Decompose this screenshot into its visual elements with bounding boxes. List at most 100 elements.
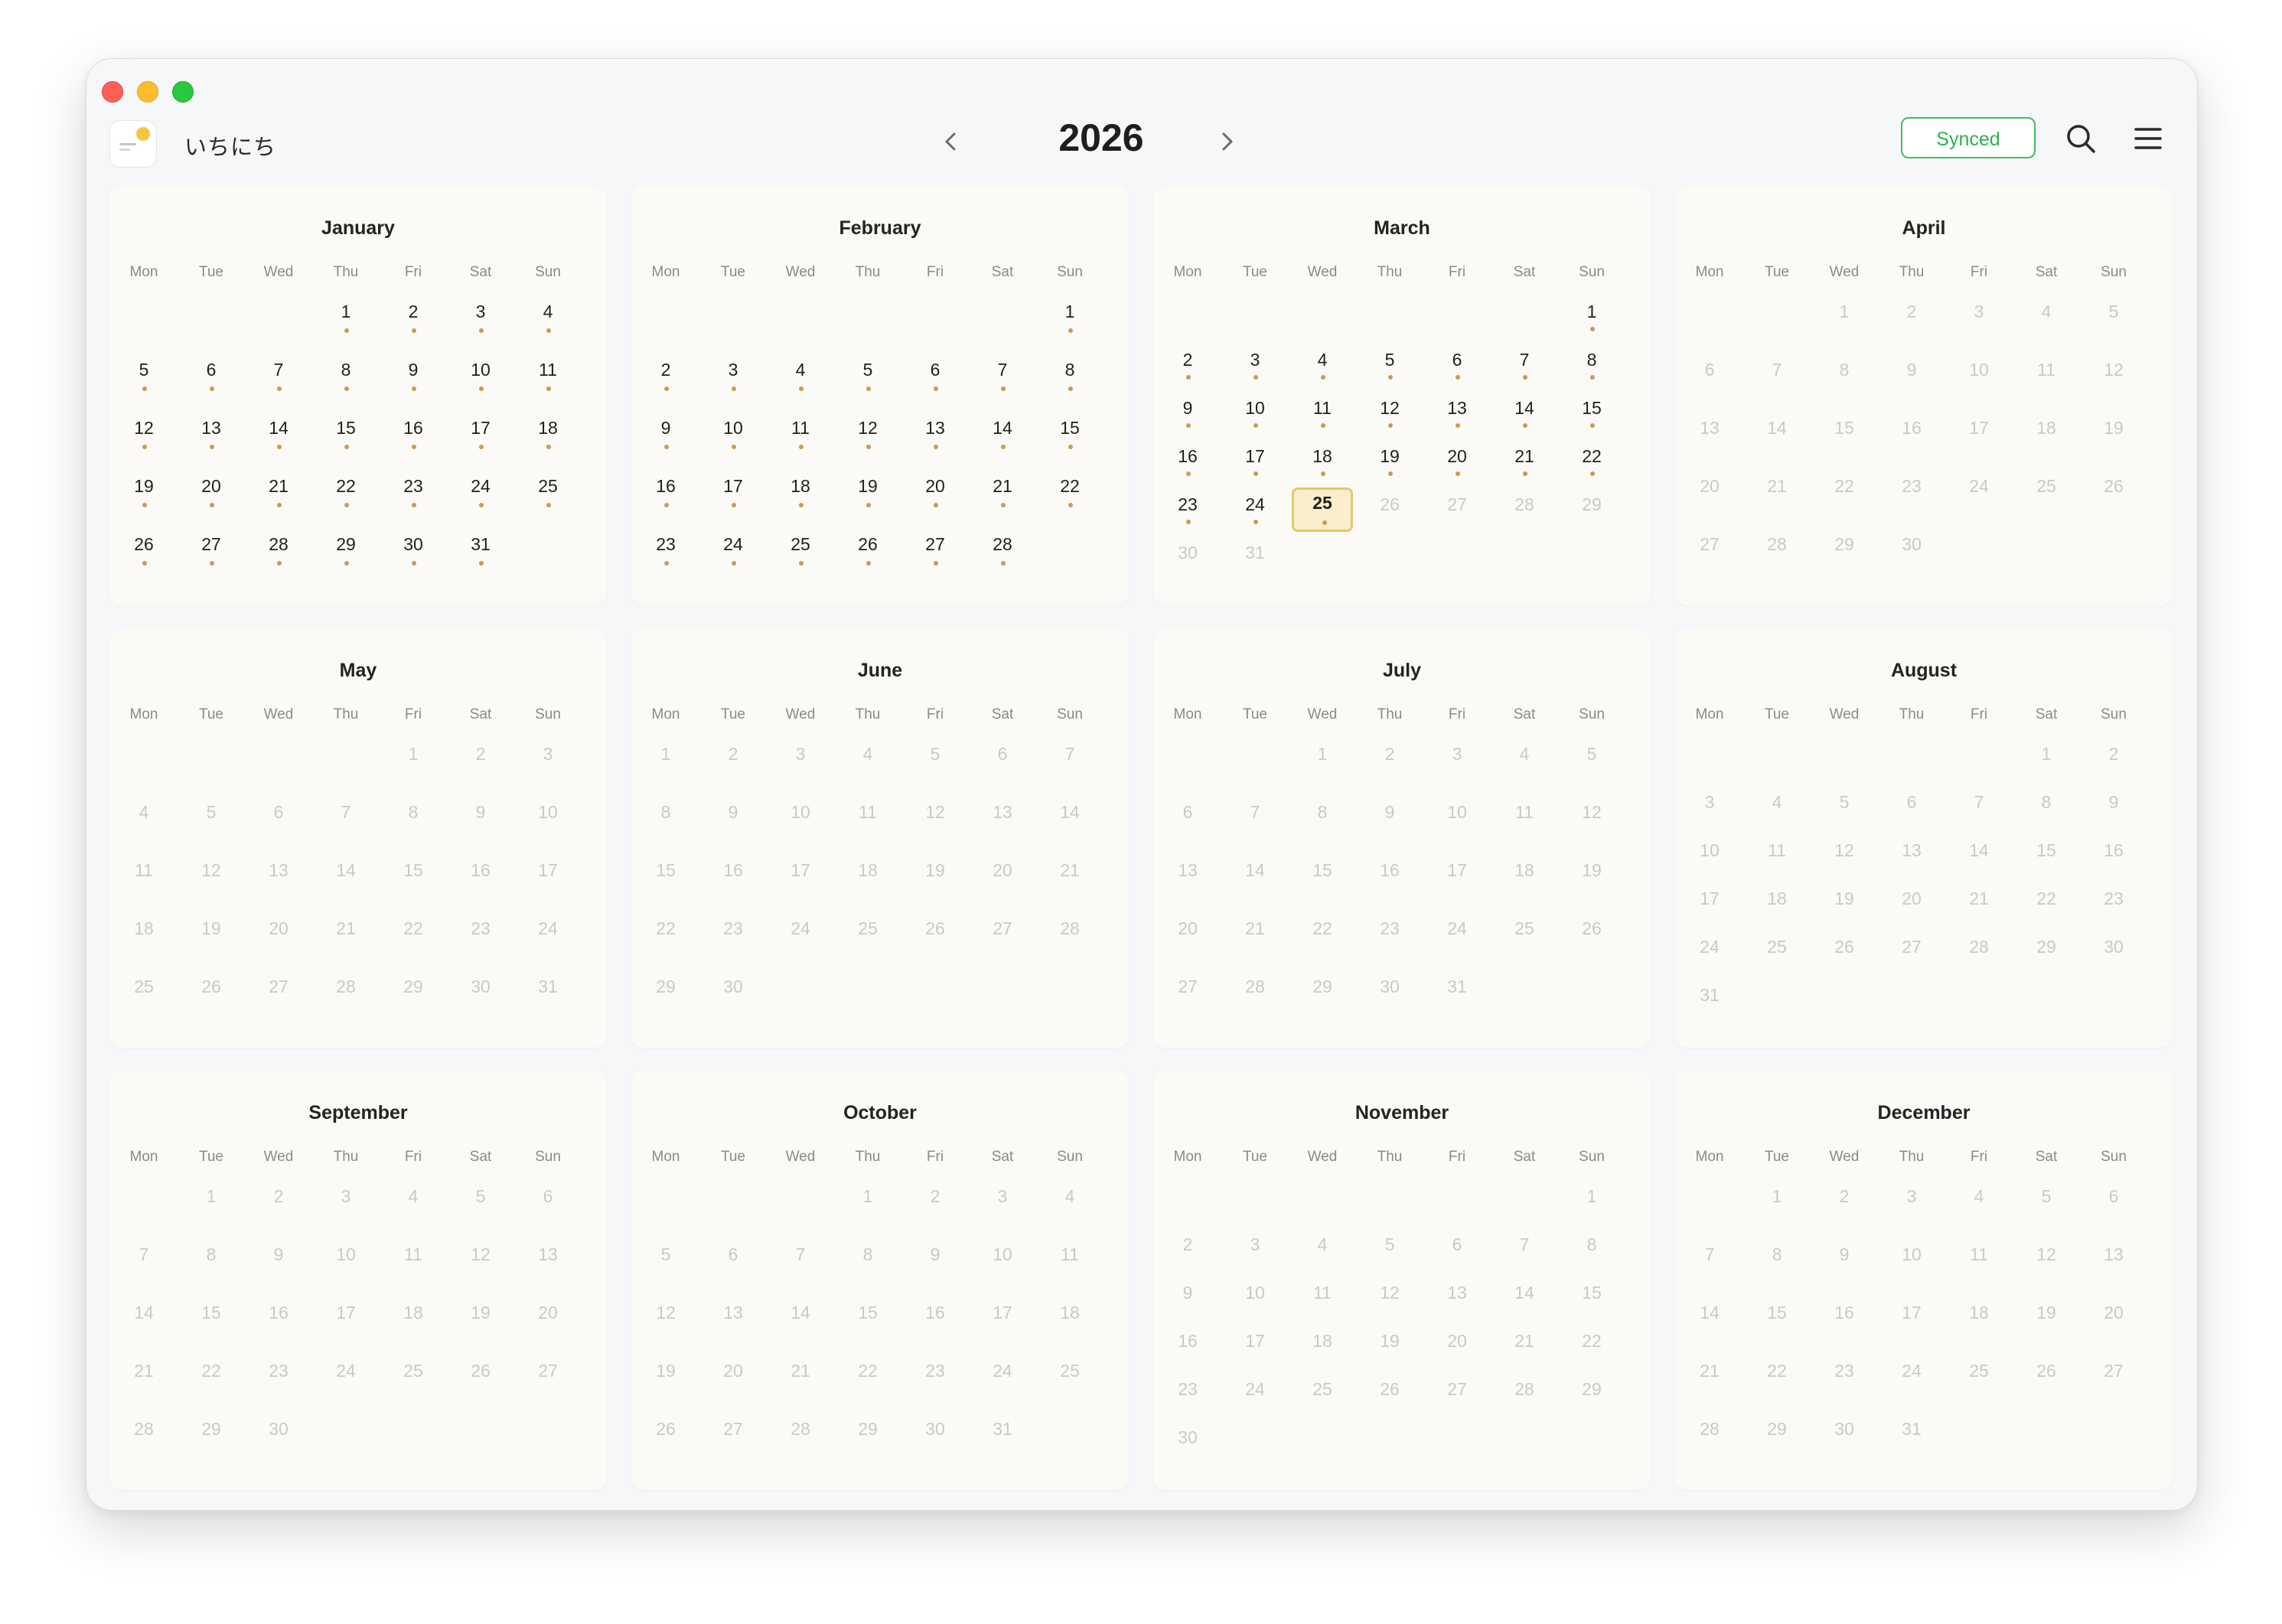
day-cell[interactable]: 1 [632,737,699,795]
day-cell[interactable]: 19 [178,911,245,970]
day-cell[interactable]: 6 [1676,353,1743,411]
day-cell[interactable]: 13 [245,853,312,911]
day-cell[interactable]: 3 [514,737,582,795]
day-cell[interactable]: 26 [2080,469,2147,527]
day-cell[interactable]: 2 [1811,1179,1878,1238]
day-cell[interactable]: 10 [447,353,514,411]
day-cell[interactable]: 8 [380,795,447,853]
day-cell[interactable]: 20 [1423,1324,1491,1372]
day-cell[interactable]: 17 [447,411,514,469]
day-cell[interactable]: 30 [447,970,514,1028]
day-cell[interactable]: 1 [834,1179,901,1238]
day-cell[interactable]: 8 [2013,785,2080,833]
day-cell[interactable]: 18 [834,853,901,911]
day-cell[interactable]: 16 [1811,1296,1878,1354]
day-cell[interactable]: 17 [1676,882,1743,930]
day-cell[interactable]: 20 [699,1354,767,1412]
day-cell[interactable]: 3 [699,353,767,411]
day-cell[interactable]: 20 [1878,882,1945,930]
day-cell[interactable]: 16 [901,1296,969,1354]
day-cell[interactable]: 17 [1423,853,1491,911]
zoom-window-button[interactable] [172,81,194,103]
day-cell[interactable]: 11 [834,795,901,853]
day-cell[interactable]: 1 [312,295,380,353]
day-cell[interactable]: 3 [447,295,514,353]
day-cell[interactable]: 18 [2013,411,2080,469]
day-cell[interactable]: 9 [380,353,447,411]
day-cell[interactable]: 5 [2013,1179,2080,1238]
day-cell[interactable]: 9 [632,411,699,469]
day-cell[interactable]: 29 [1743,1412,1811,1470]
day-cell[interactable]: 7 [1945,785,2013,833]
day-cell[interactable]: 13 [1676,411,1743,469]
day-cell[interactable]: 4 [514,295,582,353]
day-cell[interactable]: 5 [632,1238,699,1296]
day-cell[interactable]: 14 [969,411,1036,469]
day-cell[interactable]: 11 [1036,1238,1104,1296]
sync-status-button[interactable]: Synced [1901,117,2036,158]
day-cell[interactable]: 9 [1154,391,1221,439]
day-cell[interactable]: 9 [901,1238,969,1296]
day-cell[interactable]: 14 [1491,1276,1558,1324]
month-card-january[interactable]: January Mon Tue Wed Thu Fri Sat Sun 1 2 3 4 5 6 7 8 9 10 1… [109,186,607,605]
day-cell[interactable]: 4 [2013,295,2080,353]
day-cell[interactable]: 3 [1878,1179,1945,1238]
day-cell[interactable]: 5 [1356,343,1423,391]
day-cell[interactable]: 13 [178,411,245,469]
day-cell[interactable]: 28 [969,527,1036,585]
day-cell[interactable]: 22 [2013,882,2080,930]
day-cell[interactable]: 22 [1743,1354,1811,1412]
day-cell[interactable]: 6 [514,1179,582,1238]
day-cell[interactable]: 29 [380,970,447,1028]
day-cell[interactable]: 16 [447,853,514,911]
day-cell[interactable]: 3 [1945,295,2013,353]
day-cell[interactable]: 4 [1036,1179,1104,1238]
chevron-left-icon[interactable] [934,125,968,158]
day-cell[interactable]: 20 [1154,911,1221,970]
month-card-may[interactable]: May Mon Tue Wed Thu Fri Sat Sun 1 2 3 4 5 6 7 8 9 10 11 12 1… [109,628,607,1048]
day-cell[interactable]: 15 [834,1296,901,1354]
day-cell[interactable]: 24 [447,469,514,527]
day-cell[interactable]: 19 [1356,439,1423,488]
day-cell[interactable]: 6 [901,353,969,411]
day-cell[interactable]: 14 [1036,795,1104,853]
day-cell[interactable]: 8 [1743,1238,1811,1296]
day-cell[interactable]: 14 [110,1296,178,1354]
day-cell[interactable]: 10 [1221,1276,1289,1324]
day-cell[interactable]: 19 [447,1296,514,1354]
day-cell[interactable]: 29 [1558,488,1625,536]
day-cell[interactable]: 1 [1811,295,1878,353]
day-cell[interactable]: 11 [110,853,178,911]
day-cell[interactable]: 13 [1154,853,1221,911]
day-cell[interactable]: 10 [1676,833,1743,882]
day-cell[interactable]: 29 [178,1412,245,1470]
day-cell[interactable]: 16 [699,853,767,911]
day-cell[interactable]: 27 [969,911,1036,970]
day-cell[interactable]: 27 [245,970,312,1028]
day-cell[interactable]: 19 [110,469,178,527]
day-cell[interactable]: 29 [312,527,380,585]
day-cell[interactable]: 22 [178,1354,245,1412]
day-cell[interactable]: 28 [1676,1412,1743,1470]
day-cell[interactable]: 3 [1423,737,1491,795]
day-cell[interactable]: 12 [1356,391,1423,439]
day-cell[interactable]: 3 [767,737,834,795]
day-cell[interactable]: 23 [1811,1354,1878,1412]
day-cell[interactable]: 30 [1154,536,1221,584]
day-cell[interactable]: 19 [834,469,901,527]
day-cell[interactable]: 17 [1221,1324,1289,1372]
day-cell[interactable]: 10 [1423,795,1491,853]
day-cell[interactable]: 11 [514,353,582,411]
day-cell[interactable]: 24 [1423,911,1491,970]
day-cell[interactable]: 7 [1676,1238,1743,1296]
day-cell[interactable]: 26 [2013,1354,2080,1412]
day-cell[interactable]: 10 [1945,353,2013,411]
day-cell[interactable]: 1 [1036,295,1104,353]
day-cell[interactable]: 19 [2080,411,2147,469]
day-cell[interactable]: 13 [514,1238,582,1296]
day-cell[interactable]: 11 [2013,353,2080,411]
day-cell[interactable]: 11 [1289,1276,1356,1324]
day-cell[interactable]: 8 [1036,353,1104,411]
day-cell[interactable]: 15 [1811,411,1878,469]
day-cell[interactable]: 14 [1221,853,1289,911]
